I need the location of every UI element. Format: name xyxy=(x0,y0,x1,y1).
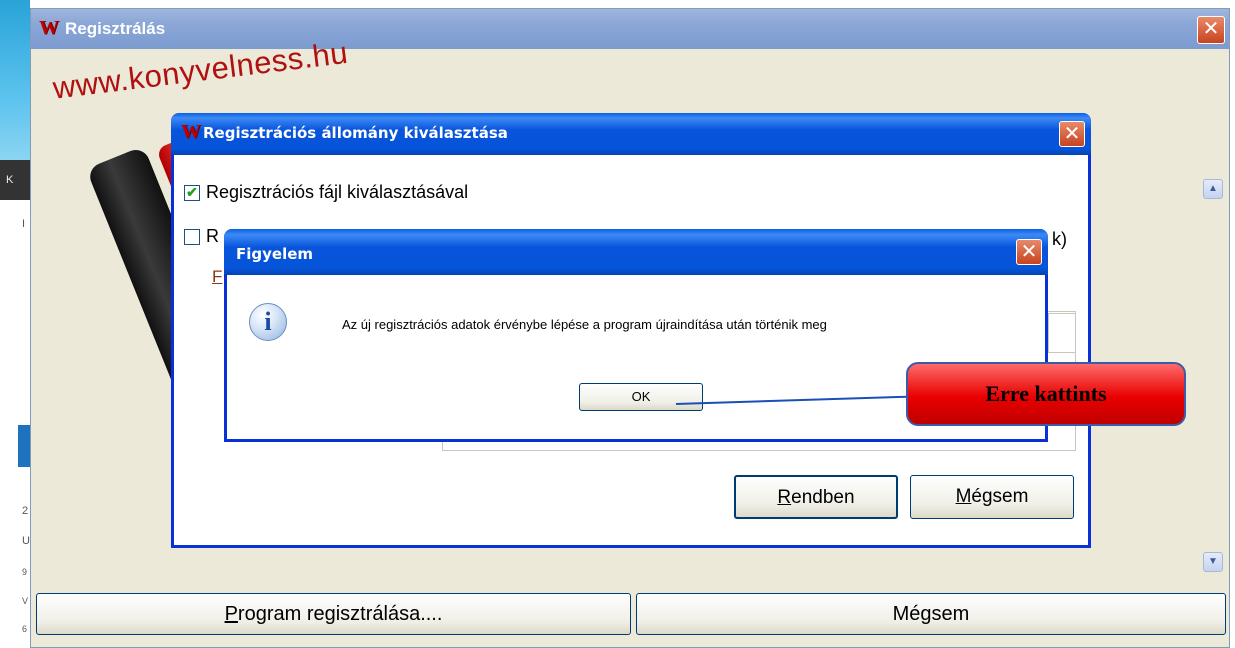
second-option-checkbox[interactable] xyxy=(184,229,200,245)
file-browse-link[interactable]: F xyxy=(212,267,222,287)
close-icon[interactable]: ✕ xyxy=(1016,239,1042,265)
background-blue-block xyxy=(18,425,30,467)
ok-button[interactable]: OK xyxy=(579,383,703,411)
second-option-label-start: R xyxy=(206,226,219,246)
background-window-fragment: K I 2 U 9 V 6 xyxy=(0,0,30,648)
background-char: V xyxy=(22,596,29,606)
click-here-callout: Erre kattints xyxy=(906,362,1186,426)
second-option-label-end: k) xyxy=(1052,229,1067,249)
file-option-checkbox[interactable]: ✔ xyxy=(184,185,200,201)
app-logo-icon: W xyxy=(181,121,201,143)
file-dialog-cancel-button[interactable]: Mégsem xyxy=(910,475,1074,519)
file-dialog-ok-button[interactable]: Rendben xyxy=(734,475,898,519)
background-dark-band: K xyxy=(0,160,30,200)
attention-title: Figyelem xyxy=(236,245,314,263)
background-char: U xyxy=(22,535,30,547)
registration-titlebar[interactable]: W Regisztrálás ✕ xyxy=(31,9,1229,49)
register-program-button[interactable]: Program regisztrálása.... xyxy=(36,593,631,635)
scroll-down-arrow-icon[interactable]: ▼ xyxy=(1203,552,1223,572)
background-char: 2 xyxy=(22,505,29,517)
attention-message: Az új regisztrációs adatok érvénybe lépé… xyxy=(342,317,827,332)
background-header-image xyxy=(0,0,30,165)
browse-field-edge xyxy=(1048,313,1076,353)
background-char: 6 xyxy=(22,624,28,634)
file-dialog-titlebar[interactable]: W Regisztrációs állomány kiválasztása ✕ xyxy=(171,113,1091,155)
close-icon[interactable]: ✕ xyxy=(1059,121,1085,147)
main-cancel-button[interactable]: Mégsem xyxy=(636,593,1226,635)
file-option-label: Regisztrációs fájl kiválasztásával xyxy=(206,182,469,202)
background-char: 9 xyxy=(22,567,28,577)
info-icon: i xyxy=(249,303,287,341)
scroll-up-arrow-icon[interactable]: ▲ xyxy=(1203,179,1223,199)
close-icon[interactable]: ✕ xyxy=(1197,16,1225,44)
background-char: K xyxy=(6,174,14,186)
background-char: I xyxy=(22,218,26,230)
attention-titlebar[interactable]: Figyelem ✕ xyxy=(224,229,1048,275)
app-logo-icon: W xyxy=(39,17,59,39)
window-title: Regisztrálás xyxy=(65,19,166,38)
file-dialog-title: Regisztrációs állomány kiválasztása xyxy=(203,124,508,142)
